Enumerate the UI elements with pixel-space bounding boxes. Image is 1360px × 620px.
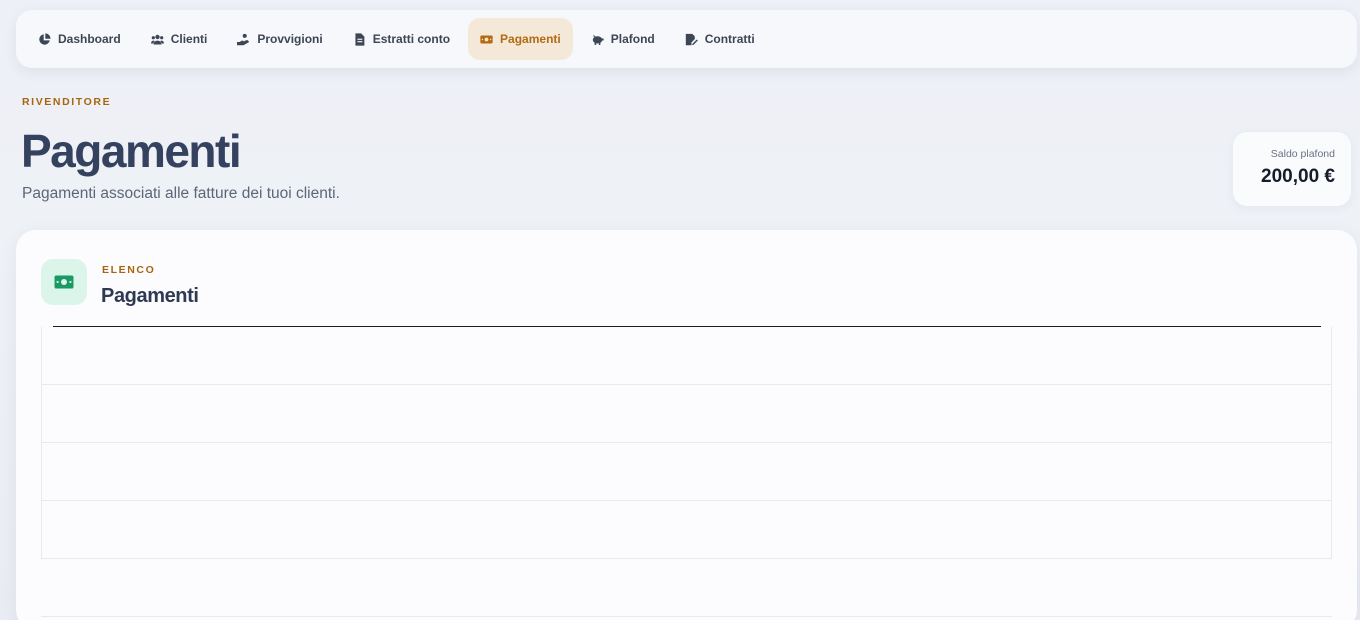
nav-item-label: Contratti — [704, 32, 755, 46]
banknote-icon — [480, 33, 493, 46]
section-eyebrow: ELENCO — [102, 264, 156, 276]
users-icon — [150, 33, 164, 46]
nav-item-dashboard[interactable]: Dashboard — [26, 18, 133, 60]
nav-item-label: Plafond — [610, 32, 655, 46]
page-subtitle: Pagamenti associati alle fatture dei tuo… — [22, 185, 340, 202]
balance-card: Saldo plafond 200,00 € — [1233, 132, 1351, 206]
payments-card: ELENCO Pagamenti — [16, 230, 1357, 620]
page-eyebrow: RIVENDITORE — [22, 96, 112, 108]
nav-item-plafond[interactable]: Plafond — [579, 18, 667, 60]
nav-item-clienti[interactable]: Clienti — [139, 18, 220, 60]
nav-item-estratti-conto[interactable]: Estratti conto — [341, 18, 462, 60]
nav-item-label: Dashboard — [58, 32, 121, 46]
pie-chart-icon — [38, 32, 51, 46]
table-footer-divider — [41, 616, 1332, 617]
page-title: Pagamenti — [21, 125, 242, 177]
payments-table — [41, 327, 1332, 559]
nav-item-label: Provvigioni — [257, 32, 323, 46]
table-row — [42, 327, 1331, 385]
top-navigation: Dashboard Clienti Provvigioni Estratti c… — [16, 10, 1357, 68]
nav-item-label: Clienti — [170, 32, 208, 46]
nav-item-label: Pagamenti — [500, 32, 561, 46]
nav-item-contratti[interactable]: Contratti — [673, 18, 767, 60]
table-row — [42, 443, 1331, 501]
banknote-icon — [41, 259, 87, 305]
nav-item-label: Estratti conto — [372, 32, 451, 46]
section-title: Pagamenti — [101, 285, 199, 307]
nav-item-pagamenti[interactable]: Pagamenti — [468, 18, 573, 60]
table-row — [42, 501, 1331, 559]
hand-coin-icon — [237, 33, 250, 46]
balance-value: 200,00 € — [1261, 166, 1335, 187]
document-icon — [353, 32, 366, 46]
table-row — [42, 385, 1331, 443]
balance-label: Saldo plafond — [1270, 148, 1335, 160]
signature-icon — [685, 33, 698, 46]
nav-item-provvigioni[interactable]: Provvigioni — [225, 18, 334, 60]
piggy-bank-icon — [591, 33, 604, 46]
